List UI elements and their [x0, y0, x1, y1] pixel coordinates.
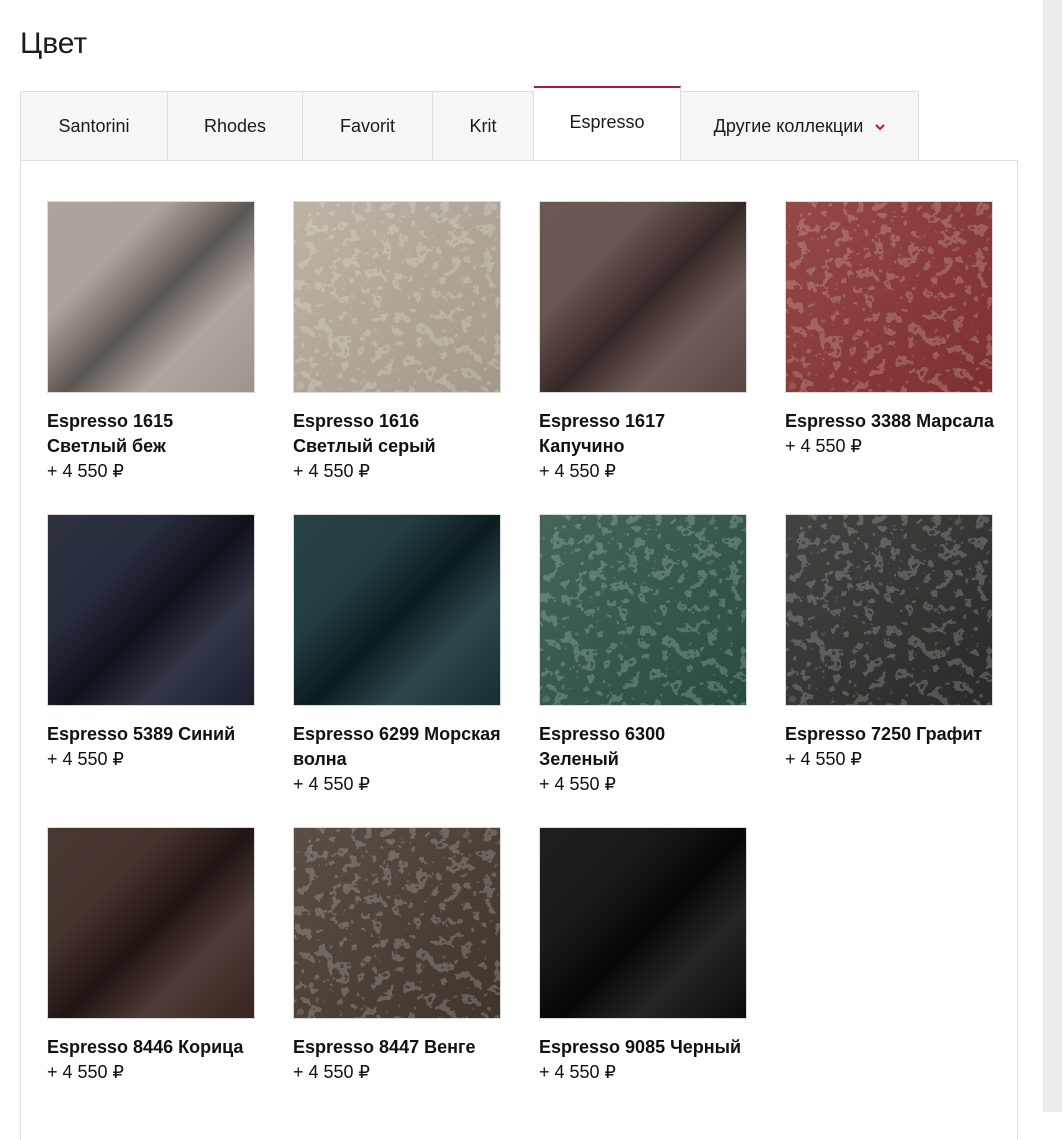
- swatch-sheen: [48, 828, 254, 1018]
- swatch-name: Espresso 1615 Светлый беж: [47, 411, 174, 456]
- color-swatch-card[interactable]: Espresso 7250 Графит + 4 550 ₽: [785, 514, 993, 827]
- swatch-name: Espresso 8447 Венге: [293, 1037, 476, 1057]
- color-swatch-card[interactable]: Espresso 8447 Венге + 4 550 ₽: [293, 827, 501, 1140]
- swatch-name: Espresso 3388 Марсала: [785, 411, 994, 431]
- leather-texture: [786, 202, 992, 392]
- color-swatch-card[interactable]: Espresso 6300 Зеленый + 4 550 ₽: [539, 514, 747, 827]
- swatch-image: [47, 827, 255, 1019]
- tab-label: Другие коллекции: [713, 115, 864, 136]
- swatch-sheen: [540, 202, 746, 392]
- swatch-price: + 4 550 ₽: [539, 461, 617, 481]
- swatch-name: Espresso 6300 Зеленый: [539, 724, 666, 769]
- swatch-price: + 4 550 ₽: [47, 1062, 125, 1082]
- leather-texture: [540, 515, 746, 705]
- swatch-price: + 4 550 ₽: [293, 1062, 371, 1082]
- swatch-sheen: [540, 828, 746, 1018]
- swatch-sheen: [294, 515, 500, 705]
- swatch-price: + 4 550 ₽: [293, 774, 371, 794]
- swatch-price: + 4 550 ₽: [785, 436, 863, 456]
- color-swatch-card[interactable]: Espresso 9085 Черный + 4 550 ₽: [539, 827, 747, 1140]
- collection-tabs: Santorini Rhodes Favorit Krit Espresso Д…: [20, 86, 919, 161]
- swatch-name: Espresso 1617 Капучино: [539, 411, 666, 456]
- tab-label: Espresso: [569, 111, 645, 132]
- color-swatch-card[interactable]: Espresso 8446 Корица + 4 550 ₽: [47, 827, 255, 1140]
- color-swatch-card[interactable]: Espresso 6299 Морская волна + 4 550 ₽: [293, 514, 501, 827]
- swatch-name: Espresso 9085 Черный: [539, 1037, 742, 1057]
- color-swatch-card[interactable]: Espresso 1616 Светлый серый + 4 550 ₽: [293, 201, 501, 514]
- page-title: Цвет: [20, 27, 88, 60]
- swatch-price: + 4 550 ₽: [785, 749, 863, 769]
- tab-label: Santorini: [58, 115, 130, 136]
- page-scroll-edge: [1043, 0, 1062, 1112]
- swatch-name: Espresso 6299 Морская волна: [293, 724, 501, 769]
- tab-label: Rhodes: [203, 115, 267, 136]
- tab-label: Krit: [469, 115, 497, 136]
- swatch-name: Espresso 7250 Графит: [785, 724, 983, 744]
- swatch-image: [539, 201, 747, 393]
- swatch-name: Espresso 5389 Синий: [47, 724, 236, 744]
- swatch-image: [785, 514, 993, 706]
- leather-texture: [294, 828, 500, 1018]
- swatch-price: + 4 550 ₽: [539, 774, 617, 794]
- swatch-image: [539, 514, 747, 706]
- swatch-sheen: [48, 515, 254, 705]
- swatch-image: [293, 827, 501, 1019]
- swatch-price: + 4 550 ₽: [539, 1062, 617, 1082]
- swatch-image: [785, 201, 993, 393]
- color-panel: Espresso 1615 Светлый беж + 4 550 ₽ Espres…: [20, 160, 1018, 1140]
- color-swatch-card[interactable]: Espresso 1615 Светлый беж + 4 550 ₽: [47, 201, 255, 514]
- tab-krit[interactable]: Krit: [433, 91, 534, 161]
- leather-texture: [786, 515, 992, 705]
- swatch-image: [47, 514, 255, 706]
- swatch-price: + 4 550 ₽: [47, 461, 125, 481]
- swatch-image: [47, 201, 255, 393]
- swatch-price: + 4 550 ₽: [47, 749, 125, 769]
- swatch-price: + 4 550 ₽: [293, 461, 371, 481]
- tab-espresso[interactable]: Espresso: [534, 86, 681, 161]
- tab-favorit[interactable]: Favorit: [303, 91, 433, 161]
- swatch-name: Espresso 1616 Светлый серый: [293, 411, 436, 456]
- tab-label: Favorit: [339, 115, 395, 136]
- swatch-grid: Espresso 1615 Светлый беж + 4 550 ₽ Espres…: [47, 201, 994, 1140]
- swatch-name: Espresso 8446 Корица: [47, 1037, 244, 1057]
- color-swatch-card[interactable]: Espresso 3388 Марсала + 4 550 ₽: [785, 201, 994, 514]
- swatch-image: [539, 827, 747, 1019]
- swatch-image: [293, 201, 501, 393]
- tab-santorini[interactable]: Santorini: [20, 91, 168, 161]
- tab-other-collections[interactable]: Другие коллекции: [681, 91, 919, 161]
- leather-texture: [294, 202, 500, 392]
- tab-rhodes[interactable]: Rhodes: [168, 91, 303, 161]
- chevron-down-icon: [875, 120, 886, 134]
- swatch-sheen: [48, 202, 254, 392]
- swatch-image: [293, 514, 501, 706]
- color-swatch-card[interactable]: Espresso 5389 Синий + 4 550 ₽: [47, 514, 255, 827]
- color-swatch-card[interactable]: Espresso 1617 Капучино + 4 550 ₽: [539, 201, 747, 514]
